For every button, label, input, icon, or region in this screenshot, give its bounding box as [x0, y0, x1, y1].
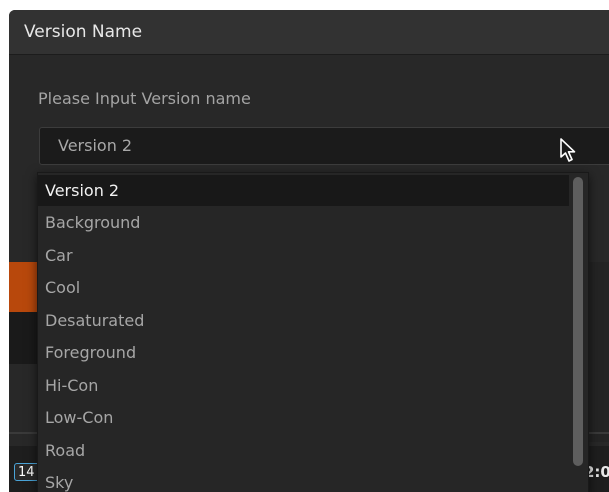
list-item-sky[interactable]: Sky: [38, 467, 569, 492]
list-item-desaturated[interactable]: Desaturated: [38, 305, 569, 336]
version-name-prompt: Please Input Version name: [38, 89, 251, 108]
dialog-titlebar: Version Name: [9, 10, 609, 55]
list-item-cool[interactable]: Cool: [38, 272, 569, 303]
list-item-low-con[interactable]: Low-Con: [38, 402, 569, 433]
mouse-pointer-icon: [560, 138, 576, 162]
list-item-background[interactable]: Background: [38, 207, 569, 238]
dialog-title: Version Name: [24, 22, 143, 42]
version-name-input[interactable]: Version 2: [58, 136, 132, 155]
version-name-combobox[interactable]: Version 2: [39, 127, 609, 165]
version-dropdown-list[interactable]: Version 2 Background Car Cool Desaturate…: [37, 172, 589, 492]
list-item-road[interactable]: Road: [38, 435, 569, 466]
screen: 14 2:0 Version Name Please Input Version…: [0, 0, 609, 492]
list-item-foreground[interactable]: Foreground: [38, 337, 569, 368]
list-item-car[interactable]: Car: [38, 240, 569, 271]
list-item-version-2[interactable]: Version 2: [38, 175, 569, 206]
scrollbar-thumb[interactable]: [573, 177, 583, 466]
version-name-dialog: 14 2:0 Version Name Please Input Version…: [9, 10, 609, 492]
list-item-hi-con[interactable]: Hi-Con: [38, 370, 569, 401]
